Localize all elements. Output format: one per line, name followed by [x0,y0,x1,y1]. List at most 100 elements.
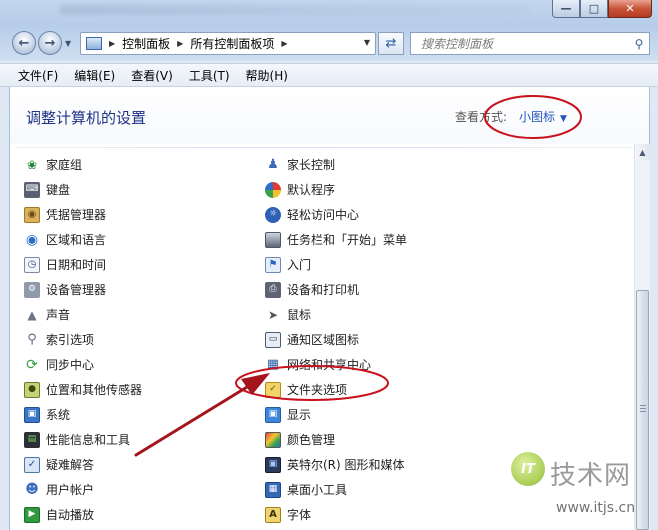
breadcrumb-separator-icon[interactable]: ▶ [281,39,287,48]
item-label[interactable]: 入门 [287,256,311,273]
item-label[interactable]: 键盘 [46,181,70,198]
control-panel-item[interactable]: ◉ 凭据管理器 [24,202,142,227]
sound-icon: ▲ [27,307,37,322]
back-button[interactable]: ← [12,31,36,55]
forward-button[interactable]: → [38,31,62,55]
control-panel-item[interactable]: ▤ 性能信息和工具 [24,427,142,452]
control-panel-item[interactable]: ☼ 轻松访问中心 [265,202,407,227]
item-label[interactable]: 日期和时间 [46,256,106,273]
control-panel-item[interactable]: ⟳ 同步中心 [24,352,142,377]
menu-tools[interactable]: 工具(T) [181,67,238,84]
recent-pages-dropdown[interactable]: ▼ [65,39,71,48]
item-label[interactable]: 用户帐户 [46,481,94,498]
item-label[interactable]: 凭据管理器 [46,206,106,223]
control-panel-item[interactable]: ⎙ 设备和打印机 [265,277,407,302]
control-panel-item[interactable]: ⚙ 设备管理器 [24,277,142,302]
control-panel-item[interactable]: ✓ 疑难解答 [24,452,142,477]
search-box[interactable]: ⚲ [410,32,650,55]
control-panel-item[interactable]: ● 位置和其他传感器 [24,377,142,402]
item-label[interactable]: 网络和共享中心 [287,356,371,373]
item-label[interactable]: 设备和打印机 [287,281,359,298]
view-by-select[interactable]: 小图标 ▼ [519,108,567,125]
item-label[interactable]: 字体 [287,506,311,523]
maximize-button[interactable]: □ [580,0,608,18]
control-panel-item[interactable]: ⌨ 键盘 [24,177,142,202]
region-language-icon: ◉ [25,231,39,248]
breadcrumb-control-panel[interactable]: 控制面板 [122,35,170,52]
item-label[interactable]: 位置和其他传感器 [46,381,142,398]
item-label[interactable]: 家庭组 [46,156,82,173]
menu-file[interactable]: 文件(F) [0,67,66,84]
item-label[interactable]: 家长控制 [287,156,335,173]
item-label[interactable]: 性能信息和工具 [46,431,130,448]
item-label[interactable]: 系统 [46,406,70,423]
control-panel-item[interactable]: ▣ 系统 [24,402,142,427]
taskbar-start-menu-icon [265,231,281,248]
control-panel-item[interactable]: ⚑ 入门 [265,252,407,277]
control-panel-item[interactable]: 任务栏和「开始」菜单 [265,227,407,252]
control-panel-item[interactable]: 默认程序 [265,177,407,202]
breadcrumb-separator-icon[interactable]: ▶ [177,39,183,48]
item-label[interactable]: 显示 [287,406,311,423]
scroll-up-button[interactable]: ▲ [635,144,650,160]
control-panel-item[interactable]: ⚲ 索引选项 [24,327,142,352]
scrollbar-thumb[interactable] [636,290,649,530]
search-input[interactable] [419,35,629,52]
breadcrumb-separator-icon[interactable]: ▶ [109,39,115,48]
ease-of-access-icon: ☼ [265,206,281,223]
performance-icon: ▤ [24,431,40,448]
address-bar[interactable]: ▶ 控制面板 ▶ 所有控制面板项 ▶ ▼ [80,32,376,55]
control-panel-item[interactable]: A 字体 [265,502,407,527]
item-label[interactable]: 默认程序 [287,181,335,198]
menu-edit[interactable]: 编辑(E) [66,67,123,84]
view-by-value[interactable]: 小图标 [519,110,555,124]
item-label[interactable]: 设备管理器 [46,281,106,298]
item-label[interactable]: 英特尔(R) 图形和媒体 [287,456,405,473]
close-button[interactable]: ✕ [608,0,652,18]
troubleshooting-icon: ✓ [24,456,40,473]
item-label[interactable]: 通知区域图标 [287,331,359,348]
item-label[interactable]: 索引选项 [46,331,94,348]
display-icon: ▣ [265,406,281,423]
item-label[interactable]: 鼠标 [287,306,311,323]
control-panel-item[interactable]: ➤ 鼠标 [265,302,407,327]
folder-options-icon: ✓ [265,381,281,398]
item-label[interactable]: 自动播放 [46,506,94,523]
item-label[interactable]: 疑难解答 [46,456,94,473]
control-panel-item[interactable]: 颜色管理 [265,427,407,452]
item-label[interactable]: 区域和语言 [46,231,106,248]
control-panel-item[interactable]: ▦ 网络和共享中心 [265,352,407,377]
minimize-button[interactable]: — [552,0,580,18]
desktop-gadgets-icon: ▦ [265,481,281,498]
control-panel-item[interactable]: ▣ 显示 [265,402,407,427]
item-label[interactable]: 文件夹选项 [287,381,347,398]
control-panel-item[interactable]: ☻ 用户帐户 [24,477,142,502]
control-panel-item[interactable]: ▭ 通知区域图标 [265,327,407,352]
control-panel-item[interactable]: ✓ 文件夹选项 [265,377,407,402]
control-panel-item[interactable]: ◷ 日期和时间 [24,252,142,277]
control-panel-item[interactable]: ◉ 区域和语言 [24,227,142,252]
menu-help[interactable]: 帮助(H) [238,67,296,84]
item-label[interactable]: 声音 [46,306,70,323]
control-panel-item[interactable]: ♟ 家长控制 [265,152,407,177]
header-divider [16,147,636,148]
vertical-scrollbar[interactable]: ▲ [634,144,650,530]
control-panel-item[interactable]: ▦ 桌面小工具 [265,477,407,502]
control-panel-item[interactable]: ▲ 声音 [24,302,142,327]
item-label[interactable]: 任务栏和「开始」菜单 [287,231,407,248]
devices-printers-icon: ⎙ [265,281,281,298]
network-sharing-icon: ▦ [266,357,280,372]
address-dropdown-icon[interactable]: ▼ [364,38,370,47]
item-label[interactable]: 轻松访问中心 [287,206,359,223]
breadcrumb-all-items[interactable]: 所有控制面板项 [190,35,274,52]
chevron-down-icon[interactable]: ▼ [560,114,567,124]
item-label[interactable]: 颜色管理 [287,431,335,448]
control-panel-item[interactable]: ❀ 家庭组 [24,152,142,177]
item-label[interactable]: 同步中心 [46,356,94,373]
item-label[interactable]: 桌面小工具 [287,481,347,498]
control-panel-item[interactable]: ▶ 自动播放 [24,502,142,527]
refresh-button[interactable]: ⇄ [378,32,404,55]
control-panel-item[interactable]: ▣ 英特尔(R) 图形和媒体 [265,452,407,477]
menu-view[interactable]: 查看(V) [123,67,181,84]
search-icon[interactable]: ⚲ [629,37,649,51]
